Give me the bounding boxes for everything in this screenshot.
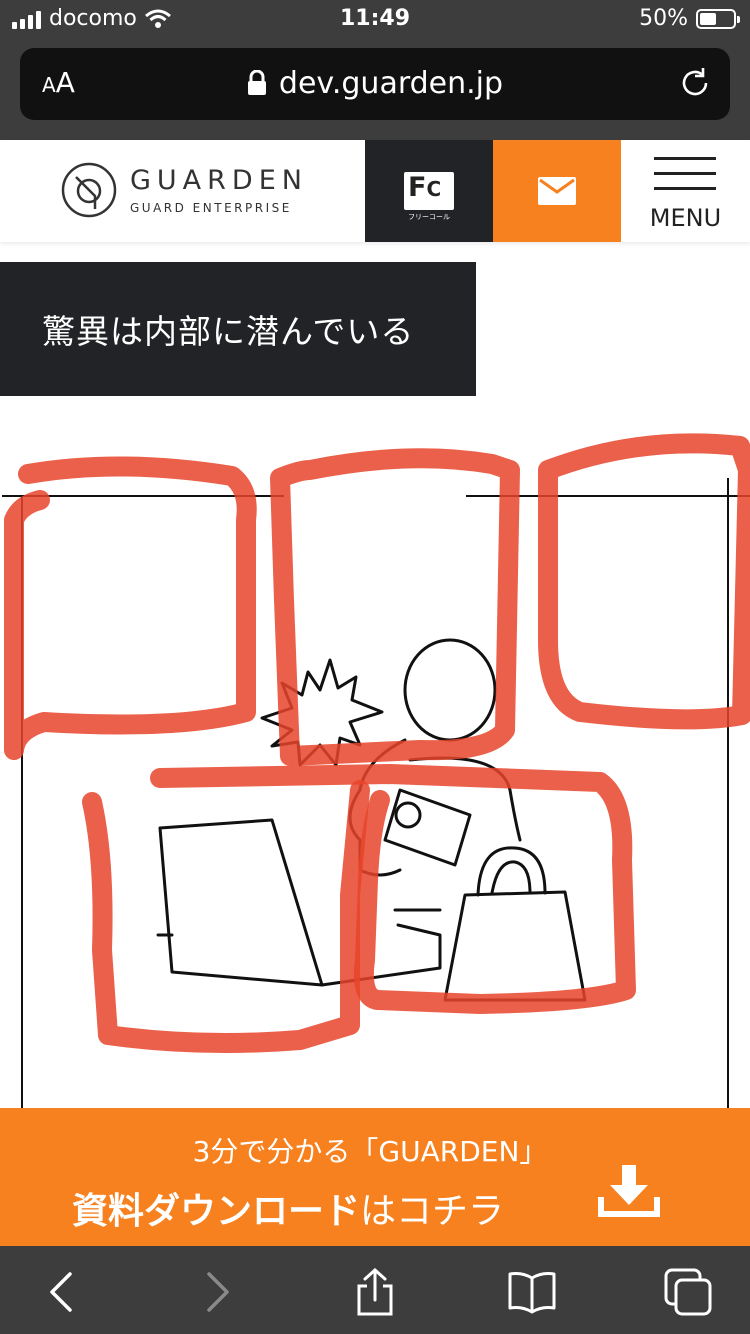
mail-icon xyxy=(538,177,576,205)
download-banner-title-rest: はコチラ xyxy=(360,1191,505,1232)
menu-line xyxy=(654,187,716,190)
battery-icon xyxy=(696,8,740,29)
url-field[interactable]: dev.guarden.jp xyxy=(20,66,730,101)
share-icon[interactable] xyxy=(351,1268,399,1316)
red-highlight-boxes xyxy=(4,433,750,1054)
freecall-label: フリーコール xyxy=(408,213,450,221)
status-time: 11:49 xyxy=(339,6,411,31)
download-banner[interactable]: 3分で分かる「GUARDEN」 資料ダウンロードはコチラ xyxy=(0,1108,750,1246)
insider-threat-illustration xyxy=(2,433,750,1110)
battery-percent: 50% xyxy=(639,6,688,31)
address-bar[interactable]: AA dev.guarden.jp xyxy=(20,48,730,120)
download-icon xyxy=(598,1165,660,1217)
logo-subtitle: GUARD ENTERPRISE xyxy=(130,200,292,215)
download-banner-title: 資料ダウンロードはコチラ xyxy=(72,1182,504,1234)
logo-mark-icon xyxy=(61,162,117,218)
tabs-icon[interactable] xyxy=(664,1268,712,1316)
bookmarks-icon[interactable] xyxy=(508,1268,556,1316)
download-banner-title-bold: 資料ダウンロード xyxy=(72,1191,361,1232)
menu-line xyxy=(654,172,716,175)
reload-icon[interactable] xyxy=(678,66,712,100)
logo-title: GUARDEN xyxy=(130,164,308,196)
menu-label: MENU xyxy=(649,204,722,232)
guarden-logo[interactable]: GUARDEN GUARD ENTERPRISE xyxy=(60,160,308,220)
freecall-button[interactable]: FC フリーコール xyxy=(365,140,493,242)
battery-group: 50% xyxy=(639,6,740,31)
browser-toolbar xyxy=(0,1246,750,1334)
menu-button[interactable]: MENU xyxy=(621,140,750,242)
lock-icon xyxy=(247,70,266,95)
back-icon[interactable] xyxy=(38,1268,86,1316)
menu-line xyxy=(654,157,716,160)
contact-mail-button[interactable] xyxy=(493,140,621,242)
section-heading-text: 驚異は内部に潜んでいる xyxy=(42,312,415,351)
section-heading: 驚異は内部に潜んでいる xyxy=(0,262,476,396)
freecall-icon: FC フリーコール xyxy=(404,172,454,221)
status-bar: docomo 11:49 50% xyxy=(0,0,750,40)
forward-icon[interactable] xyxy=(193,1268,241,1316)
browser-chrome: docomo 11:49 50% AA dev.guarden.jp xyxy=(0,0,750,140)
url-text: dev.guarden.jp xyxy=(278,66,504,101)
site-header: GUARDEN GUARD ENTERPRISE FC フリーコール MENU xyxy=(0,140,750,242)
